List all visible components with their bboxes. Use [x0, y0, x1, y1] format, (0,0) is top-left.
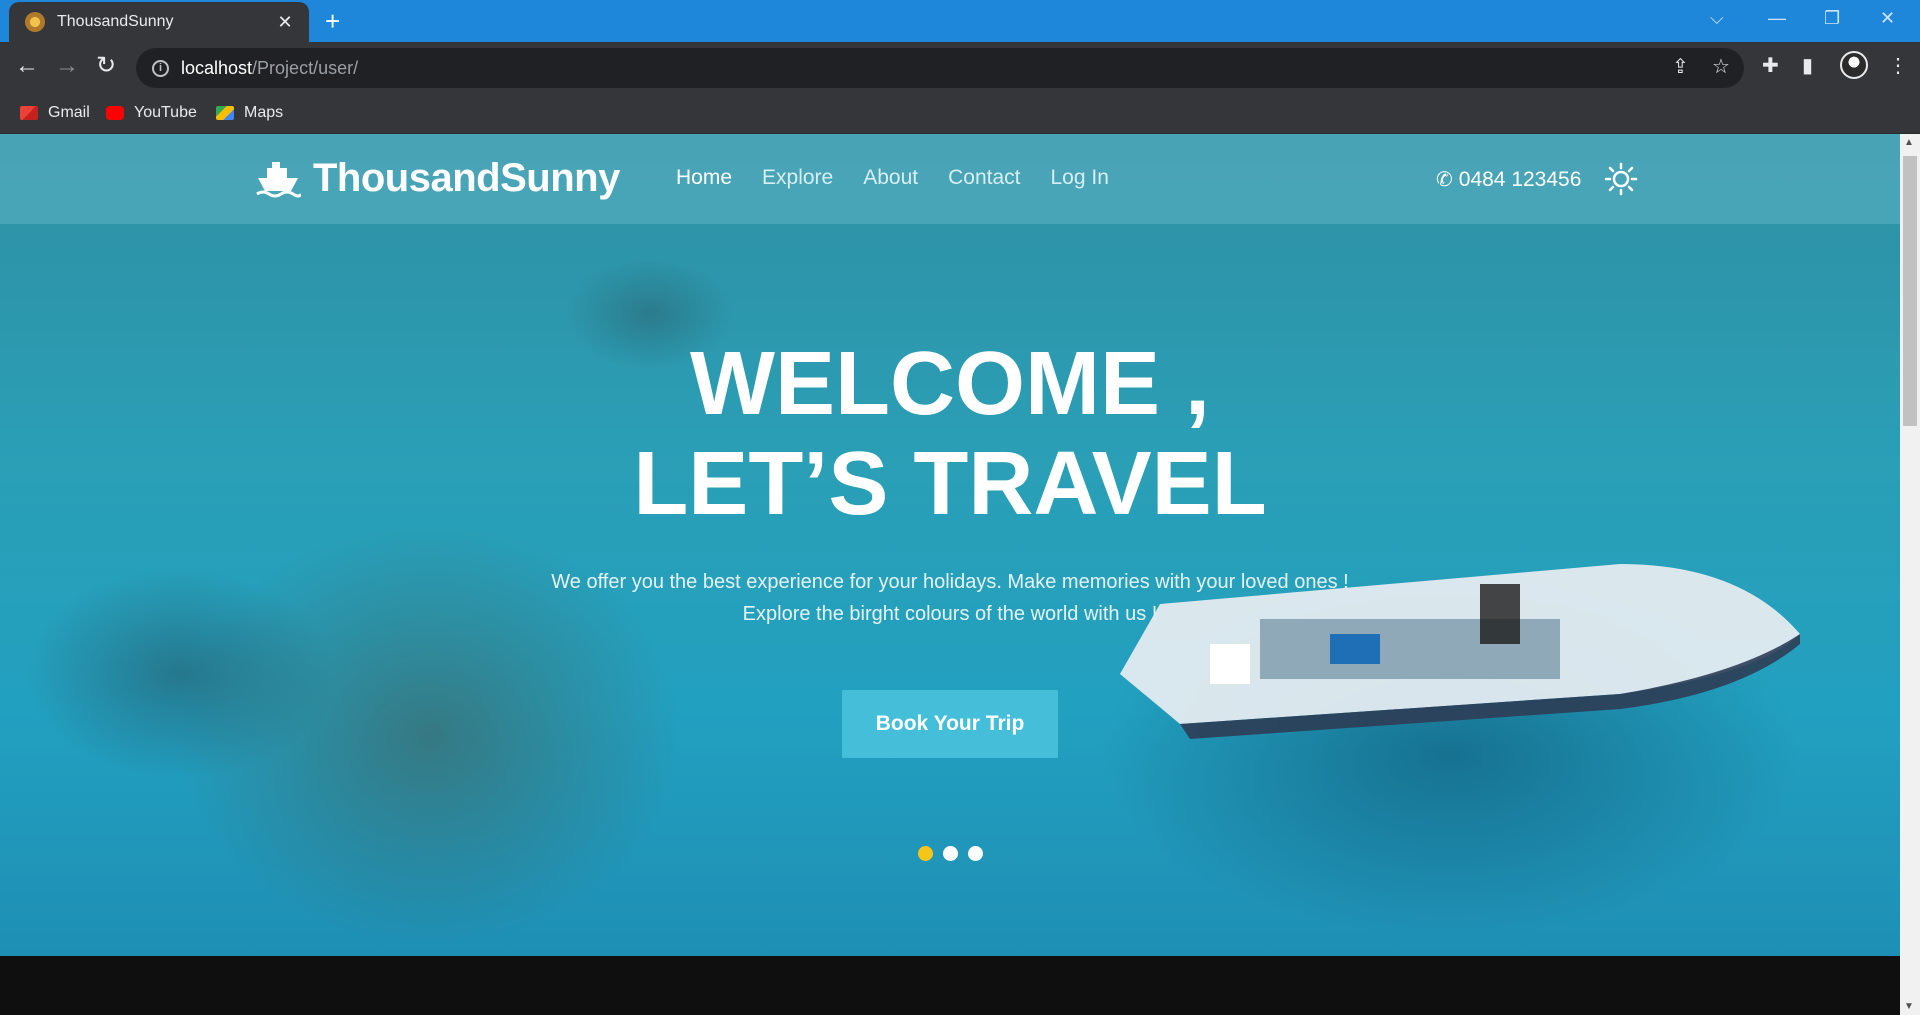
close-tab-icon[interactable]: ✕ — [275, 12, 295, 33]
nav-contact[interactable]: Contact — [948, 166, 1020, 190]
carousel-dot[interactable] — [917, 846, 933, 861]
maps-icon — [216, 106, 234, 120]
forward-icon[interactable]: → — [55, 54, 79, 78]
nav-login[interactable]: Log In — [1051, 166, 1109, 190]
tab-title: ThousandSunny — [57, 13, 174, 30]
bookmark-maps[interactable]: Maps — [216, 104, 283, 122]
hero-headline: WELCOME , LET’S TRAVEL — [0, 334, 1900, 534]
profile-avatar[interactable] — [1840, 51, 1868, 79]
book-trip-button[interactable]: Book Your Trip — [842, 690, 1058, 758]
ship-icon — [256, 161, 301, 197]
boat-image — [1120, 564, 1800, 739]
bookmark-star-icon[interactable]: ☆ — [1712, 54, 1730, 79]
tab-search-icon[interactable]: ⌵ — [1710, 8, 1724, 29]
phone-number: 0484 123456 — [1458, 167, 1582, 191]
bookmark-youtube[interactable]: YouTube — [106, 104, 197, 122]
web-page: ThousandSunny Home Explore About Contact… — [0, 134, 1900, 1015]
description-line-2: Explore the birght colours of the world … — [742, 603, 1158, 625]
carousel-dot[interactable] — [967, 846, 983, 861]
browser-tabbar: ThousandSunny ✕ + ⌵ — ❐ ✕ — [0, 0, 1920, 42]
share-icon[interactable]: ⇪ — [1672, 54, 1689, 79]
site-navbar: ThousandSunny Home Explore About Contact… — [0, 134, 1900, 224]
extensions-icon[interactable]: ✚ — [1762, 53, 1779, 78]
side-panel-icon[interactable]: ▮ — [1802, 53, 1813, 78]
hero-section: ThousandSunny Home Explore About Contact… — [0, 134, 1900, 956]
bookmark-label: YouTube — [134, 104, 197, 121]
bookmark-label: Gmail — [48, 104, 90, 121]
bookmark-label: Maps — [244, 104, 284, 121]
carousel-dot[interactable] — [942, 846, 958, 861]
close-window-icon[interactable]: ✕ — [1880, 8, 1895, 29]
scroll-down-icon[interactable]: ▼ — [1904, 1001, 1914, 1012]
hero-description: We offer you the best experience for you… — [0, 566, 1900, 630]
headline-line-2: LET’S TRAVEL — [633, 434, 1267, 534]
gmail-icon — [20, 106, 38, 120]
headline-line-1: WELCOME , — [690, 334, 1210, 434]
sun-icon[interactable] — [1604, 162, 1638, 196]
site-info-icon[interactable]: i — [152, 59, 169, 77]
main-menu: Home Explore About Contact Log In — [676, 166, 1109, 190]
site-favicon-icon — [25, 12, 45, 32]
browser-tab[interactable]: ThousandSunny ✕ — [9, 2, 309, 42]
bookmark-gmail[interactable]: Gmail — [20, 104, 90, 122]
reload-icon[interactable]: ↻ — [96, 54, 116, 78]
browser-toolbar: ← → ↻ i localhost /Project/user/ ⇪ ☆ ✚ ▮… — [0, 42, 1920, 94]
brand-logo[interactable]: ThousandSunny — [255, 156, 620, 201]
brand-name: ThousandSunny — [313, 156, 620, 200]
nav-about[interactable]: About — [863, 166, 918, 190]
youtube-icon — [106, 106, 124, 120]
nav-home[interactable]: Home — [676, 166, 732, 190]
address-bar[interactable]: i localhost /Project/user/ — [136, 48, 1744, 88]
nav-explore[interactable]: Explore — [762, 166, 833, 190]
url-host: localhost — [181, 57, 253, 78]
scrollbar-thumb[interactable] — [1903, 156, 1917, 426]
restore-icon[interactable]: ❐ — [1824, 8, 1840, 29]
phone-icon: ✆ — [1436, 169, 1453, 191]
url-path: /Project/user/ — [252, 57, 359, 78]
back-icon[interactable]: ← — [15, 54, 39, 78]
carousel-indicators — [0, 846, 1900, 861]
bookmarks-bar: Gmail YouTube Maps — [0, 94, 1920, 134]
scroll-up-icon[interactable]: ▲ — [1904, 137, 1914, 148]
menu-kebab-icon[interactable]: ⋮ — [1888, 53, 1908, 78]
description-line-1: We offer you the best experience for you… — [551, 571, 1349, 593]
minimize-icon[interactable]: — — [1768, 8, 1786, 29]
new-tab-icon[interactable]: + — [325, 8, 340, 34]
phone-contact[interactable]: ✆ 0484 123456 — [1436, 167, 1581, 192]
